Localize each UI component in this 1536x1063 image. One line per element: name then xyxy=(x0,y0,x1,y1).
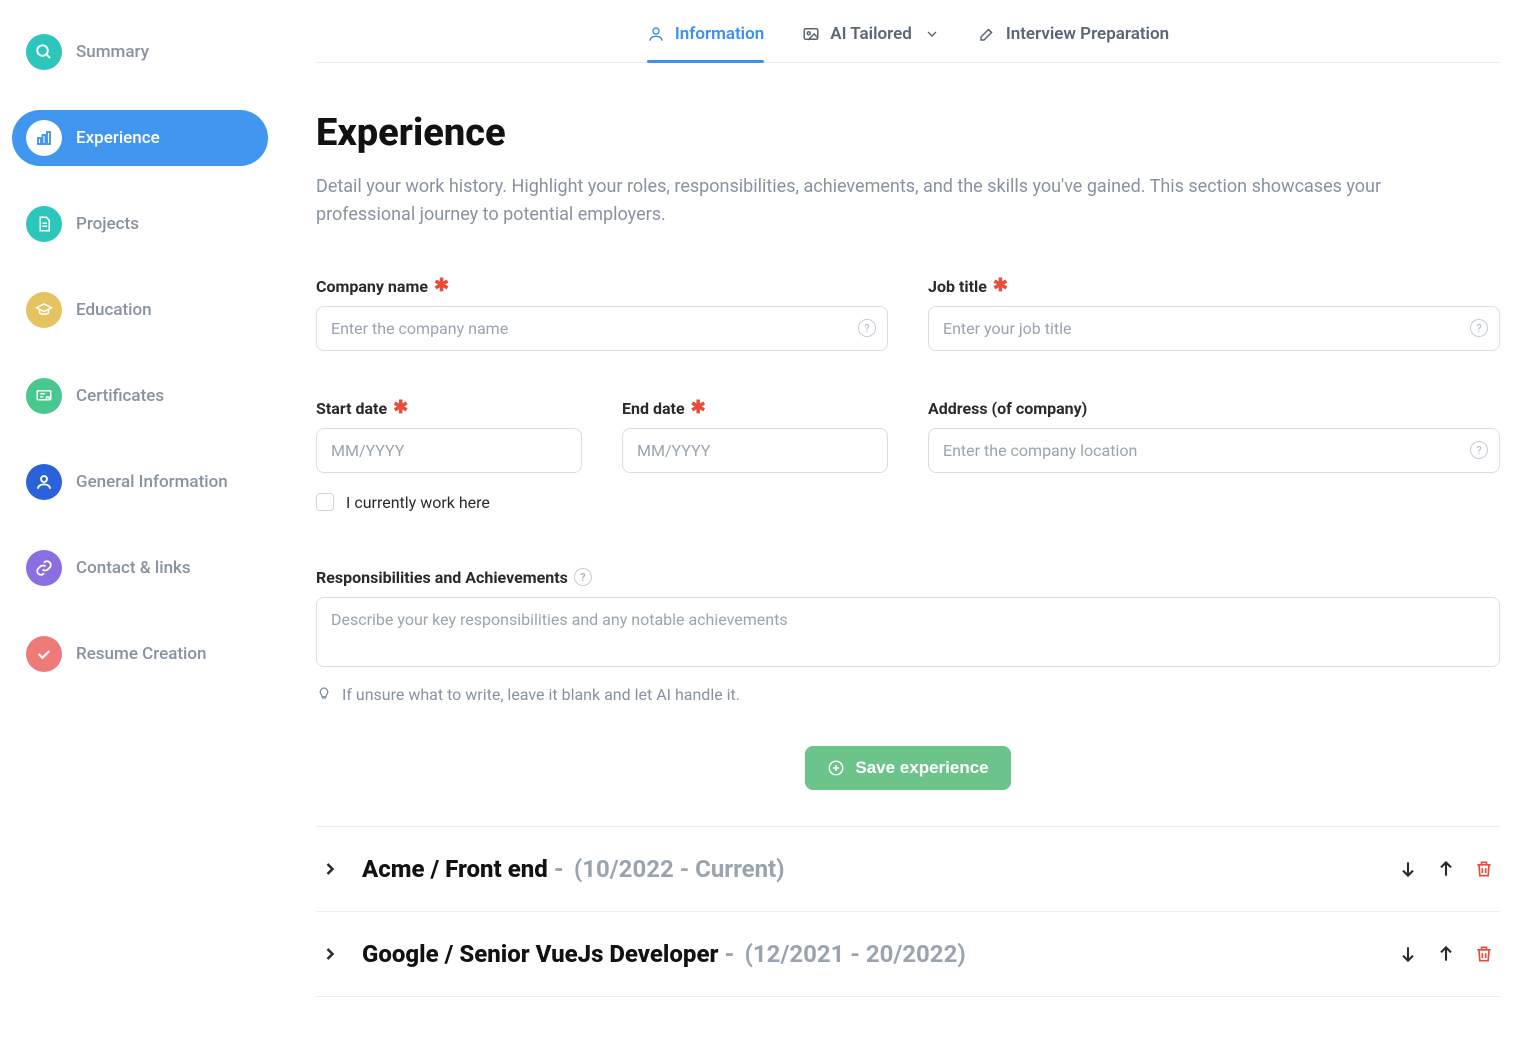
sidebar-item-label: Resume Creation xyxy=(76,644,206,664)
link-icon xyxy=(26,550,62,586)
sidebar-item-resume-creation[interactable]: Resume Creation xyxy=(12,626,268,682)
sidebar-item-label: Contact & links xyxy=(76,558,191,578)
address-input[interactable] xyxy=(928,428,1500,473)
lightbulb-icon xyxy=(316,686,332,702)
sidebar: Summary Experience Projects Education Ce… xyxy=(0,0,280,1063)
help-icon[interactable]: ? xyxy=(1470,319,1488,337)
help-icon[interactable]: ? xyxy=(1470,441,1488,459)
sidebar-item-label: General Information xyxy=(76,472,228,492)
sidebar-item-label: Projects xyxy=(76,214,139,234)
field-end-date: End date✱ xyxy=(622,399,888,473)
graduation-icon xyxy=(26,292,62,328)
field-job-title: Job title✱ ? xyxy=(928,277,1500,351)
experience-title: Acme / Front end - (10/2022 - Current) xyxy=(362,855,1374,883)
experience-item: Acme / Front end - (10/2022 - Current) xyxy=(316,826,1500,911)
person-icon xyxy=(26,464,62,500)
responsibilities-hint: If unsure what to write, leave it blank … xyxy=(342,685,740,704)
field-address: Address (of company) ? xyxy=(928,399,1500,473)
expand-toggle[interactable] xyxy=(320,944,340,964)
plus-circle-icon xyxy=(827,759,845,777)
required-icon: ✱ xyxy=(993,277,1008,295)
field-start-date: Start date✱ xyxy=(316,399,582,473)
job-title-input[interactable] xyxy=(928,306,1500,351)
chevron-down-icon xyxy=(924,26,940,42)
sidebar-item-certificates[interactable]: Certificates xyxy=(12,368,268,424)
company-name-input[interactable] xyxy=(316,306,888,351)
required-icon: ✱ xyxy=(691,399,706,417)
expand-toggle[interactable] xyxy=(320,859,340,879)
certificate-icon xyxy=(26,378,62,414)
image-icon xyxy=(802,25,820,43)
document-icon xyxy=(26,206,62,242)
tab-information[interactable]: Information xyxy=(647,24,764,62)
edit-icon xyxy=(978,25,996,43)
sidebar-item-contact-links[interactable]: Contact & links xyxy=(12,540,268,596)
check-icon xyxy=(26,636,62,672)
save-experience-button[interactable]: Save experience xyxy=(805,746,1010,790)
move-down-button[interactable] xyxy=(1396,857,1420,881)
sidebar-item-education[interactable]: Education xyxy=(12,282,268,338)
experience-title: Google / Senior VueJs Developer - (12/20… xyxy=(362,940,1374,968)
sidebar-item-label: Education xyxy=(76,300,152,320)
page-title: Experience xyxy=(316,111,1500,155)
required-icon: ✱ xyxy=(393,399,408,417)
experience-list: Acme / Front end - (10/2022 - Current) G… xyxy=(316,826,1500,997)
help-icon[interactable]: ? xyxy=(574,568,592,586)
user-icon xyxy=(647,25,665,43)
delete-button[interactable] xyxy=(1472,857,1496,881)
experience-item: Google / Senior VueJs Developer - (12/20… xyxy=(316,911,1500,997)
tab-label: Information xyxy=(675,24,764,44)
sidebar-item-label: Certificates xyxy=(76,386,164,406)
currently-work-label: I currently work here xyxy=(346,493,490,512)
sidebar-item-projects[interactable]: Projects xyxy=(12,196,268,252)
end-date-input[interactable] xyxy=(622,428,888,473)
tab-label: Interview Preparation xyxy=(1006,24,1169,44)
sidebar-item-general-information[interactable]: General Information xyxy=(12,454,268,510)
move-up-button[interactable] xyxy=(1434,942,1458,966)
sidebar-item-experience[interactable]: Experience xyxy=(12,110,268,166)
tab-interview-preparation[interactable]: Interview Preparation xyxy=(978,24,1169,62)
tabs: Information AI Tailored Interview Prepar… xyxy=(316,0,1500,63)
field-company-name: Company name✱ ? xyxy=(316,277,888,351)
currently-work-checkbox[interactable] xyxy=(316,493,334,511)
page-description: Detail your work history. Highlight your… xyxy=(316,173,1416,229)
delete-button[interactable] xyxy=(1472,942,1496,966)
required-icon: ✱ xyxy=(434,277,449,295)
help-icon[interactable]: ? xyxy=(858,319,876,337)
currently-work-here-row: I currently work here xyxy=(316,493,1500,512)
tab-label: AI Tailored xyxy=(830,24,912,44)
tab-ai-tailored[interactable]: AI Tailored xyxy=(802,24,940,62)
responsibilities-input[interactable] xyxy=(316,597,1500,667)
move-up-button[interactable] xyxy=(1434,857,1458,881)
search-icon xyxy=(26,34,62,70)
sidebar-item-label: Experience xyxy=(76,128,160,148)
start-date-input[interactable] xyxy=(316,428,582,473)
move-down-button[interactable] xyxy=(1396,942,1420,966)
sidebar-item-summary[interactable]: Summary xyxy=(12,24,268,80)
field-responsibilities: Responsibilities and Achievements ? If u… xyxy=(316,568,1500,704)
sidebar-item-label: Summary xyxy=(76,42,149,62)
main-content: Information AI Tailored Interview Prepar… xyxy=(280,0,1536,1063)
chart-icon xyxy=(26,120,62,156)
